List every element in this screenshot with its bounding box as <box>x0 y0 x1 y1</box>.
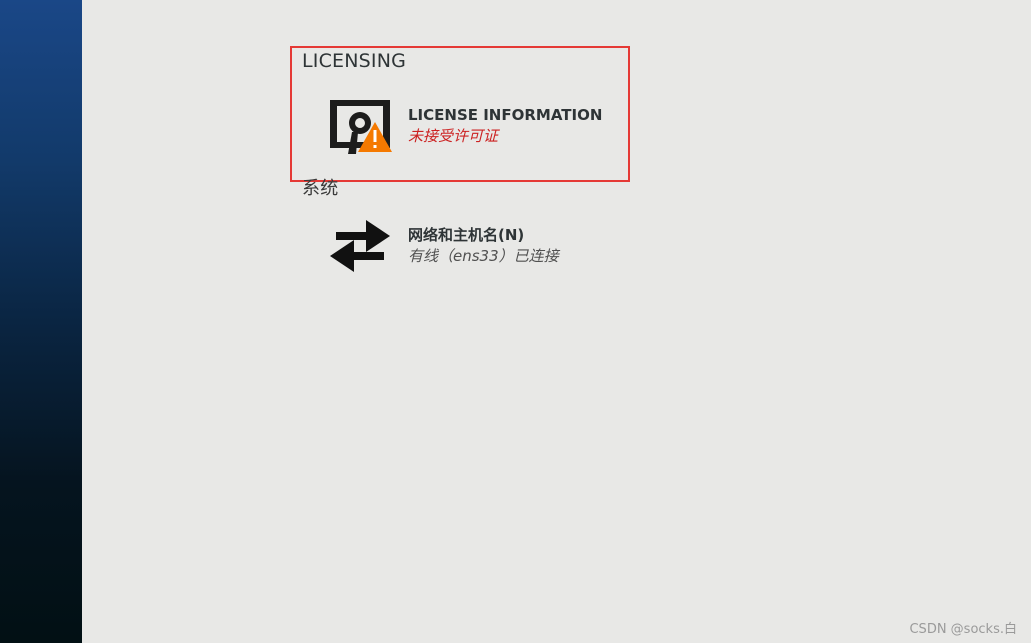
spoke-network-hostname[interactable]: 网络和主机名(N) 有线（ens33）已连接 <box>326 216 559 276</box>
spoke-license-text: LICENSE INFORMATION 未接受许可证 <box>408 105 602 147</box>
spoke-network-text: 网络和主机名(N) 有线（ens33）已连接 <box>408 225 559 267</box>
spoke-network-name: 网络和主机名(N) <box>408 226 525 244</box>
sidebar-gradient <box>0 0 82 643</box>
watermark: CSDN @socks.白 <box>909 622 1017 637</box>
spoke-license-status: 未接受许可证 <box>408 127 499 145</box>
network-arrows-icon <box>326 216 392 276</box>
spoke-license-name: LICENSE INFORMATION <box>408 106 603 124</box>
spoke-license-information[interactable]: LICENSE INFORMATION 未接受许可证 <box>326 96 602 156</box>
license-warning-icon <box>326 96 392 156</box>
section-title-system: 系统 <box>302 178 339 199</box>
spoke-network-status: 有线（ens33）已连接 <box>408 247 559 265</box>
section-title-licensing: LICENSING <box>302 50 407 72</box>
